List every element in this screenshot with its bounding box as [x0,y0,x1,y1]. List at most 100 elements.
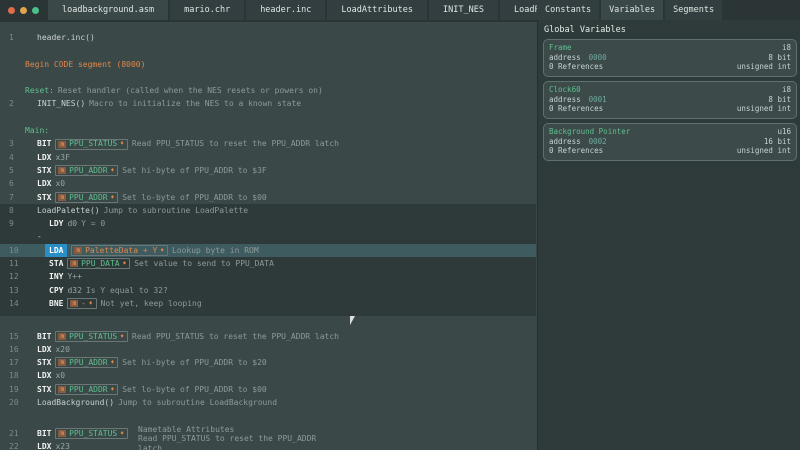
code-line[interactable]: 21 Nametable Attributes Read PPU_STATUS to… [0,425,536,450]
opcode[interactable]: STX [37,164,51,177]
code-line[interactable]: 22 LDX x23 [0,440,536,450]
code-line[interactable]: 10 LDA m PaletteData + Y ♦ Lookup byte in ROM [0,243,536,258]
chevron-icon[interactable]: ♦ [111,191,118,204]
variable-card[interactable]: Background Pointer u16 address 0002 16 bit 0 … [543,123,797,161]
chevron-icon[interactable]: ♦ [111,356,118,369]
operand-reference-chip[interactable]: m PPU_ADDR ♦ [55,164,119,177]
code-line[interactable]: 3 BIT m PPU_STATUS ♦ Read PPU_STATUS to reset… [0,137,536,150]
chevron-icon[interactable]: ♦ [111,164,118,177]
tab-constants[interactable]: Constants [537,0,600,20]
code-line[interactable]: 14 BNE m - ♦ Not yet, keep looping [0,296,536,311]
chevron-icon[interactable]: ♦ [120,427,127,440]
operand-reference-chip[interactable]: m PPU_DATA ♦ [67,257,131,270]
operand-reference-chip[interactable]: m PPU_ADDR ♦ [55,356,119,369]
comment: Jump to subroutine LoadPalette [103,205,249,215]
code-line[interactable]: 17 STX m PPU_ADDR ♦ Set hi-byte of PPU_ADDR t… [0,356,536,369]
opcode[interactable]: CPY [49,284,63,297]
chevron-icon[interactable]: ♦ [160,244,167,257]
line-number: 13 [9,285,19,295]
opcode[interactable]: STA [49,257,63,270]
line-number: 19 [9,384,19,394]
operand-reference-chip[interactable]: m PPU_ADDR ♦ [55,383,119,396]
opcode[interactable]: BNE [49,297,63,310]
code-line[interactable]: Reset: Reset handler (called when the NES… [0,84,536,97]
window-controls [0,0,48,20]
opcode[interactable]: LDA [45,243,68,258]
opcode[interactable]: LDX [37,343,51,356]
chevron-icon[interactable]: ♦ [120,330,127,343]
code-line[interactable]: 9 LDY d0 Y = 0 [0,217,536,231]
line-number: 16 [9,344,19,354]
opcode[interactable]: LDX [37,177,51,190]
reference-count: 0 References [549,62,604,72]
variable-name: Clock60 [549,85,581,94]
chevron-icon[interactable]: ♦ [111,383,118,396]
code-line[interactable]: 18 LDX x0 [0,369,536,382]
tab-variables[interactable]: Variables [601,0,664,20]
code-line[interactable]: 5 STX m PPU_ADDR ♦ Set hi-byte of PPU_ADDR to… [0,164,536,177]
opcode[interactable]: LDX [37,151,51,164]
code-line[interactable]: 12 INY Y++ [0,270,536,284]
operand-reference-chip[interactable]: m - ♦ [67,297,97,310]
code-line[interactable]: 7 STX m PPU_ADDR ♦ Set lo-byte of PPU_ADDR to… [0,191,536,204]
file-tab[interactable]: mario.chr [170,0,245,20]
opcode[interactable]: INY [49,270,63,283]
close-window-button[interactable] [8,6,15,14]
operand-reference-chip[interactable]: m PPU_STATUS ♦ [55,427,128,440]
opcode[interactable]: BIT [37,330,51,343]
code-line[interactable]: 6 LDX x0 [0,177,536,190]
code-line[interactable]: 11 STA m PPU_DATA ♦ Set value to send to PPU_… [0,257,536,271]
opcode[interactable]: LDX [37,440,51,450]
variable-card[interactable]: Frame i8 address 0000 8 bit 0 References unsig… [543,39,797,77]
code-line[interactable]: Main: [0,124,536,137]
line-content: LDX x20 [24,343,70,356]
operand-reference-chip[interactable]: m PPU_STATUS ♦ [55,137,128,150]
code-line[interactable]: 2 INIT_NES() Macro to initialize the NES t… [0,97,536,110]
code-line[interactable]: 15 BIT m PPU_STATUS ♦ Read PPU_STATUS to rese… [0,330,536,343]
code-line[interactable]: 19 STX m PPU_ADDR ♦ Set lo-byte of PPU_ADDR t… [0,383,536,396]
line-number: 20 [9,398,19,408]
tab-segments[interactable]: Segments [665,0,723,20]
code-line[interactable]: 4 LDX x3F [0,151,536,164]
line-content: Begin CODE segment (8000) [24,58,145,71]
line-number: 18 [9,371,19,381]
memory-icon: m [58,429,67,437]
operand-reference-chip[interactable]: m PPU_STATUS ♦ [55,330,128,343]
variable-refs-row: 0 References unsigned int [549,146,791,156]
file-tab[interactable]: header.inc [246,0,326,20]
opcode[interactable]: LDX [37,369,51,382]
code-editor[interactable]: 1 header.inc() Begin CODE segment (8000) Re… [0,22,536,450]
opcode[interactable]: STX [37,356,51,369]
operand-name: PPU_ADDR [69,358,108,368]
file-tab[interactable]: LoadPalette [499,0,537,20]
comment: Set value to send to PPU_DATA [134,259,274,269]
file-tab[interactable]: INIT_NES [429,0,498,20]
code-line[interactable]: - [0,230,536,244]
reference-count: 0 References [549,146,604,156]
line-content: STX m PPU_ADDR ♦ Set lo-byte of PPU_ADDR to … [24,383,267,396]
operand-reference-chip[interactable]: m PaletteData + Y ♦ [71,244,168,257]
operand-reference-chip[interactable]: m PPU_ADDR ♦ [55,191,119,204]
opcode[interactable]: STX [37,383,51,396]
file-tab[interactable]: loadbackground.asm [48,0,169,20]
line-content: header.inc() [24,31,95,44]
opcode[interactable]: BIT [37,427,51,440]
variable-card[interactable]: Clock60 i8 address 0001 8 bit 0 References uns… [543,81,797,119]
code-line[interactable]: 20 LoadBackground() Jump to subroutine Loa… [0,396,536,409]
chevron-icon[interactable]: ♦ [123,257,130,270]
maximize-window-button[interactable] [32,6,39,14]
opcode[interactable]: STX [37,191,51,204]
memory-icon: m [58,167,67,175]
opcode[interactable]: LDY [49,217,63,230]
file-tab[interactable]: LoadAttributes [327,0,428,20]
address-value: 0000 [588,52,607,62]
code-line[interactable]: 8 LoadPalette() Jump to subroutine LoadPal… [0,203,536,218]
minimize-window-button[interactable] [20,6,27,14]
opcode[interactable]: BIT [37,137,51,150]
code-line[interactable]: 16 LDX x20 [0,343,536,356]
chevron-icon[interactable]: ♦ [120,137,127,150]
code-line[interactable]: Begin CODE segment (8000) [0,58,536,71]
code-line[interactable]: 13 CPY d32 Is Y equal to 32? [0,283,536,297]
chevron-icon[interactable]: ♦ [89,297,96,310]
code-line[interactable]: 1 header.inc() [0,31,536,44]
